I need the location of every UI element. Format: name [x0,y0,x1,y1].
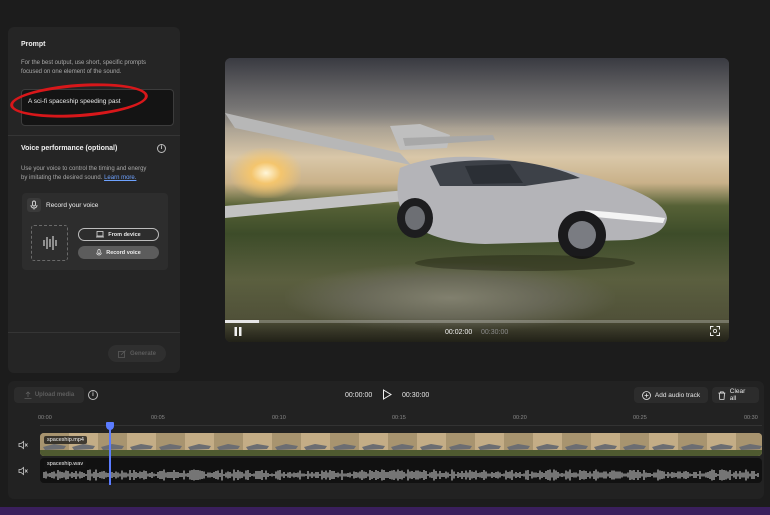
video-progress-bar[interactable] [225,320,729,323]
ruler-tick-label: 00:00 [38,415,52,421]
trash-icon [718,391,726,400]
thumbnail-ground [301,450,330,456]
add-audio-track-label: Add audio track [654,391,701,399]
generate-icon [118,349,126,358]
ruler-line [40,425,762,426]
thumbnail-ground [707,450,736,456]
generate-button[interactable]: Generate [108,345,166,362]
plus-circle-icon [642,390,651,400]
ruler-tick-label: 00:30 [744,415,758,421]
from-device-button[interactable]: From device [78,228,159,241]
thumbnail-ground [417,450,446,456]
thumbnail-ground [214,450,243,456]
mute-icon[interactable] [18,466,28,476]
audio-track[interactable]: spaceship.wav [40,458,762,483]
thumbnail-ground [475,450,504,456]
timeline-total-time: 00:30:00 [402,392,430,399]
thumbnail-ground [243,450,272,456]
thumbnail-ground [69,450,98,456]
flying-car-image [225,113,667,271]
mic-icon [27,198,41,212]
upload-media-button[interactable]: Upload media [14,387,84,403]
thumbnail-ground [533,450,562,456]
add-audio-track-button[interactable]: Add audio track [634,387,708,403]
mute-icon[interactable] [18,440,28,450]
prompt-title: Prompt [21,41,46,48]
thumbnail-ground [562,450,591,456]
thumbnail-ground [127,450,156,456]
prompt-help-text-line2: focused on one element of the sound. [21,69,122,75]
app-window: Prompt For the best output, use short, s… [0,0,770,515]
info-icon[interactable]: i [88,390,98,400]
voice-performance-title: Voice performance (optional) [21,145,118,152]
mic-icon [96,248,102,255]
fullscreen-icon[interactable] [710,326,720,336]
timeline-current-time: 00:00:00 [345,392,373,399]
video-track-label: spaceship.mp4 [44,436,87,444]
record-voice-button[interactable]: Record voice [78,246,159,259]
video-thumbnails [40,433,762,456]
ruler-tick-label: 00:10 [272,415,286,421]
waveform-drop-zone[interactable] [31,225,68,261]
ruler-tick-label: 00:05 [151,415,165,421]
record-voice-label: Record voice [106,249,141,256]
record-voice-card: Record your voice From device Record voi… [22,193,168,270]
video-player[interactable]: 00:02:00 00:30:00 [225,58,729,342]
thumbnail-ground [40,450,69,456]
playhead-handle[interactable] [106,422,114,430]
thumbnail-ground [591,450,620,456]
upload-icon [24,391,32,399]
thumbnail-ground [388,450,417,456]
from-device-label: From device [108,231,141,238]
thumbnail-ground [330,450,359,456]
video-track[interactable]: spaceship.mp4 [40,433,762,456]
thumbnail-ground [272,450,301,456]
voice-help-text-line2: by imitating the desired sound. Learn mo… [21,174,136,183]
video-progress-fill [225,320,259,323]
thumbnail-ground [649,450,678,456]
ruler-tick-label: 00:25 [633,415,647,421]
thumbnail-ground [185,450,214,456]
thumbnail-ground [678,450,707,456]
thumbnail-ground [98,450,127,456]
record-your-voice-label: Record your voice [46,202,99,209]
play-icon[interactable] [382,389,392,400]
playhead[interactable] [106,422,114,485]
generate-label: Generate [129,350,156,357]
ruler-tick-label: 00:15 [392,415,406,421]
video-current-time: 00:02:00 [445,329,473,336]
learn-more-link[interactable]: Learn more. [104,175,136,181]
clear-all-button[interactable]: Clear all [712,387,759,403]
clear-all-label: Clear all [729,388,746,402]
settings-panel: Prompt For the best output, use short, s… [8,27,180,373]
divider [8,332,180,333]
voice-help-text-line1: Use your voice to control the timing and… [21,166,147,172]
thumbnail-ground [504,450,533,456]
prompt-help-text-line1: For the best output, use short, specific… [21,60,147,66]
ruler-tick-label: 00:20 [513,415,527,421]
audio-waveform [43,469,759,481]
voice-help-text: by imitating the desired sound. [21,175,103,181]
upload-media-label: Upload media [34,392,75,398]
pause-icon[interactable] [234,327,242,336]
thumbnail-ground [446,450,475,456]
audio-track-label: spaceship.wav [44,460,87,468]
thumbnail-ground [620,450,649,456]
video-duration: 00:30:00 [481,329,509,336]
timeline-panel: Upload media i 00:00:00 00:30:00 Add aud… [8,381,764,499]
thumbnail-ground [156,450,185,456]
laptop-icon [96,231,105,238]
thumbnail-ground [359,450,388,456]
divider [8,135,180,136]
waveform-icon [43,236,57,250]
info-icon[interactable]: i [157,144,166,153]
thumbnail-ground [736,450,762,456]
